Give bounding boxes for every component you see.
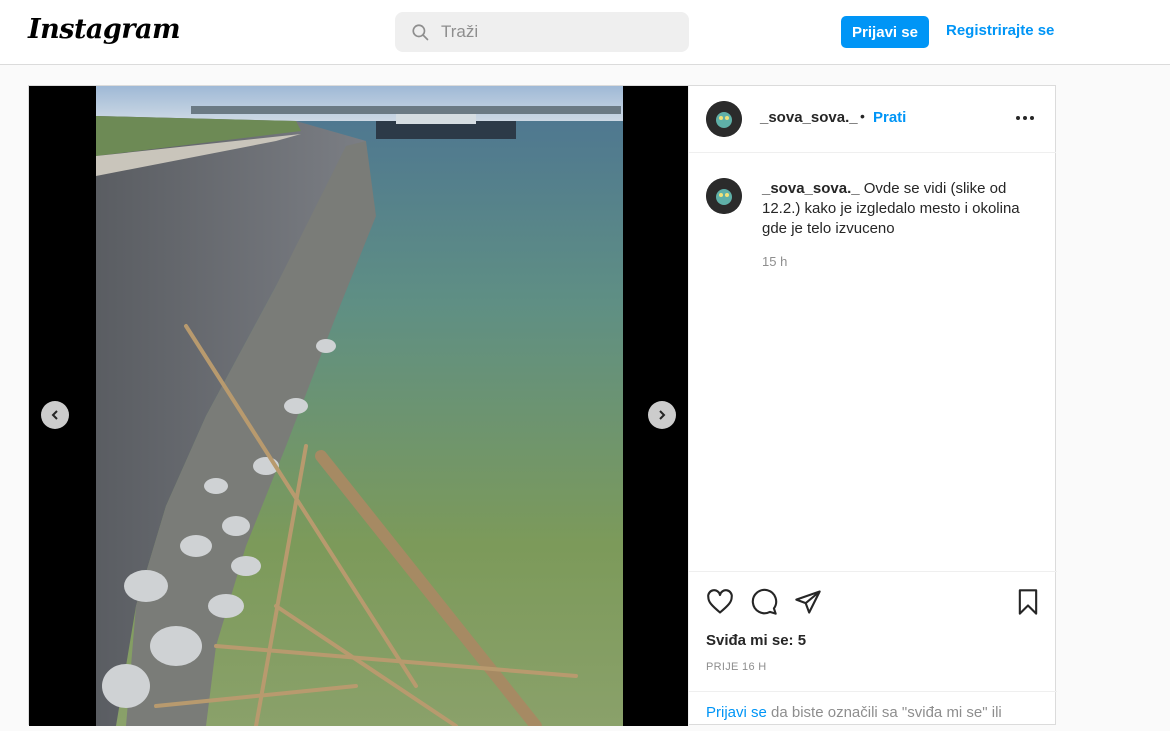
post-author-username[interactable]: _sova_sova._ (760, 109, 858, 126)
like-button[interactable] (706, 588, 734, 621)
previous-image-button[interactable] (41, 401, 69, 429)
post-header: _sova_sova._ • Prati (689, 86, 1056, 153)
search-icon (412, 24, 429, 41)
share-icon (795, 590, 821, 614)
post-media (29, 86, 688, 726)
post-date[interactable]: PRIJE 16 H (706, 661, 766, 673)
likes-count[interactable]: Sviđa mi se: 5 (706, 632, 806, 649)
caption-avatar[interactable] (706, 178, 742, 214)
more-horizontal-icon (1016, 116, 1034, 120)
comment-button[interactable] (750, 588, 778, 621)
heart-icon (707, 589, 733, 614)
search-input[interactable] (441, 22, 661, 42)
register-link[interactable]: Registrirajte se (946, 22, 1054, 39)
caption-timestamp[interactable]: 15 h (762, 254, 787, 269)
bookmark-icon (1018, 589, 1038, 615)
post-sidebar: _sova_sova._ • Prati _sova_sova._ Ovde s… (688, 86, 1057, 726)
search-box[interactable] (395, 12, 689, 52)
more-options-button[interactable] (1015, 108, 1035, 133)
chevron-right-icon (659, 410, 666, 420)
chevron-left-icon (51, 410, 58, 420)
post-card: _sova_sova._ • Prati _sova_sova._ Ovde s… (28, 85, 1057, 726)
share-button[interactable] (794, 588, 822, 621)
avatar[interactable] (706, 101, 742, 137)
top-navigation-bar: Instagram Prijavi se Registrirajte se (0, 0, 1170, 65)
caption-username[interactable]: _sova_sova._ (762, 180, 860, 197)
login-button[interactable]: Prijavi se (841, 16, 929, 48)
save-button[interactable] (1015, 588, 1041, 621)
post-photo (96, 86, 623, 726)
instagram-logo[interactable]: Instagram (28, 14, 181, 45)
post-actions: Sviđa mi se: 5 PRIJE 16 H Prijavi se da … (689, 571, 1057, 726)
next-image-button[interactable] (648, 401, 676, 429)
separator-dot: • (860, 108, 865, 124)
follow-button[interactable]: Prati (873, 109, 906, 126)
post-caption: _sova_sova._ Ovde se vidi (slike od 12.2… (762, 179, 1042, 239)
login-prompt: Prijavi se da biste označili sa "sviđa m… (689, 691, 1057, 731)
comment-icon (751, 588, 778, 615)
